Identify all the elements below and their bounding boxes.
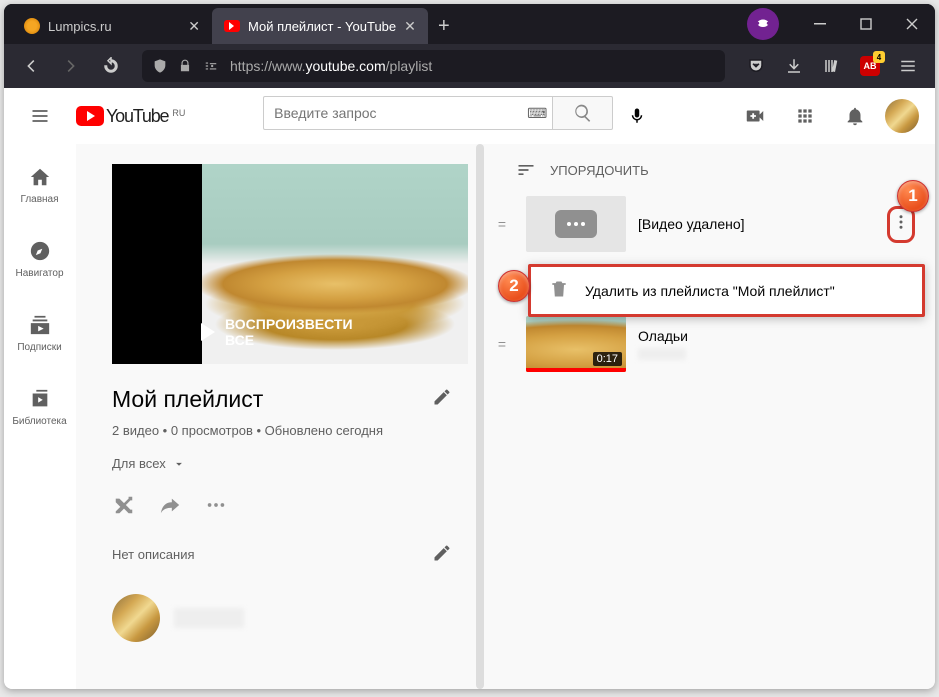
guide-menu-button[interactable] (20, 96, 60, 136)
create-button[interactable] (735, 96, 775, 136)
tab-title: Мой плейлист - YouTube (248, 19, 396, 34)
video-title: Оладьи (638, 328, 915, 344)
sidebar-item-library[interactable]: Библиотека (4, 370, 75, 444)
url-text: https://www.youtube.com/playlist (230, 58, 432, 74)
new-tab-button[interactable]: + (428, 8, 460, 44)
playlist-meta: 2 видео • 0 просмотров • Обновлено сегод… (112, 423, 452, 438)
extension-badge: 4 (873, 51, 885, 63)
more-actions-button[interactable] (204, 493, 228, 517)
ctx-remove-label: Удалить из плейлиста "Мой плейлист" (585, 283, 835, 299)
trash-icon (549, 279, 569, 302)
voice-search-button[interactable] (617, 96, 657, 136)
lock-icon (178, 59, 192, 73)
annotation-callout-2: 2 (498, 270, 530, 302)
channel-avatar (112, 594, 160, 642)
apps-button[interactable] (785, 96, 825, 136)
maximize-button[interactable] (843, 4, 889, 44)
ctx-remove-from-playlist[interactable]: Удалить из плейлиста "Мой плейлист" (531, 267, 922, 314)
favicon-youtube (224, 20, 240, 32)
playlist-video-list: УПОРЯДОЧИТЬ = [Видео удалено] (490, 144, 935, 689)
downloads-button[interactable] (777, 49, 811, 83)
youtube-wordmark: YouTube (106, 106, 168, 127)
playlist-item-oladi[interactable]: = 0:17 Оладьи (490, 310, 927, 378)
no-description-label: Нет описания (112, 547, 195, 562)
search-input[interactable] (263, 96, 553, 130)
play-all-label: ВОСПРОИЗВЕСТИ ВСЕ (201, 316, 379, 348)
back-button[interactable] (14, 49, 48, 83)
youtube-logo[interactable]: YouTube RU (76, 106, 185, 127)
drag-handle-icon[interactable]: = (490, 216, 514, 232)
sidebar-item-home[interactable]: Главная (4, 148, 75, 222)
shield-icon (152, 58, 168, 74)
video-thumb: 0:17 (526, 316, 626, 372)
mini-guide: Главная Навигатор Подписки Библиотека (4, 144, 76, 689)
channel-name-blurred (174, 608, 244, 628)
video-title: [Видео удалено] (638, 216, 875, 232)
channel-owner-row[interactable] (112, 594, 452, 642)
minimize-button[interactable] (797, 4, 843, 44)
playlist-title: Мой плейлист (112, 386, 263, 413)
address-bar[interactable]: https://www.youtube.com/playlist (142, 50, 725, 82)
browser-tab-lumpics[interactable]: Lumpics.ru ✕ (12, 8, 212, 44)
sort-button[interactable]: УПОРЯДОЧИТЬ (490, 160, 927, 180)
deleted-video-thumb (526, 196, 626, 252)
edit-title-button[interactable] (432, 386, 452, 413)
chevron-down-icon (172, 457, 186, 471)
tab-close-icon[interactable]: ✕ (188, 18, 200, 35)
browser-tab-youtube[interactable]: Мой плейлист - YouTube ✕ (212, 8, 428, 44)
youtube-header: YouTube RU ⌨ (4, 88, 935, 144)
notifications-button[interactable] (835, 96, 875, 136)
playlist-item-deleted[interactable]: = [Видео удалено] (490, 190, 927, 258)
shuffle-button[interactable] (112, 493, 136, 517)
app-menu-button[interactable] (891, 49, 925, 83)
edit-description-button[interactable] (432, 543, 452, 566)
video-duration: 0:17 (593, 352, 622, 366)
forward-button[interactable] (54, 49, 88, 83)
sidebar-item-subscriptions[interactable]: Подписки (4, 296, 75, 370)
youtube-mark-icon (76, 106, 104, 126)
save-pocket-button[interactable] (739, 49, 773, 83)
private-mode-icon (747, 8, 779, 40)
scrollbar[interactable] (476, 144, 484, 689)
library-button[interactable] (815, 49, 849, 83)
region-label: RU (172, 108, 185, 118)
browser-titlebar: Lumpics.ru ✕ Мой плейлист - YouTube ✕ + (4, 4, 935, 44)
window-controls (797, 4, 935, 44)
sidebar-item-explore[interactable]: Навигатор (4, 222, 75, 296)
share-button[interactable] (158, 493, 182, 517)
drag-handle-icon[interactable]: = (490, 336, 514, 352)
channel-name-blurred (638, 348, 686, 360)
context-menu: Удалить из плейлиста "Мой плейлист" (528, 264, 925, 317)
privacy-selector[interactable]: Для всех (112, 456, 452, 471)
playlist-hero-thumbnail[interactable]: ВОСПРОИЗВЕСТИ ВСЕ (112, 164, 468, 364)
playlist-info-panel: ВОСПРОИЗВЕСТИ ВСЕ Мой плейлист 2 видео •… (76, 144, 476, 689)
browser-toolbar: https://www.youtube.com/playlist AB 4 (4, 44, 935, 88)
reload-button[interactable] (94, 49, 128, 83)
search-button[interactable] (553, 96, 613, 130)
permissions-icon (202, 59, 220, 73)
browser-tabs: Lumpics.ru ✕ Мой плейлист - YouTube ✕ + (4, 4, 737, 44)
tab-title: Lumpics.ru (48, 19, 112, 34)
close-window-button[interactable] (889, 4, 935, 44)
favicon-lumpics (24, 18, 40, 34)
annotation-callout-1: 1 (897, 180, 929, 212)
extension-abp-button[interactable]: AB 4 (853, 49, 887, 83)
tab-close-icon[interactable]: ✕ (404, 18, 416, 35)
account-avatar[interactable] (885, 99, 919, 133)
